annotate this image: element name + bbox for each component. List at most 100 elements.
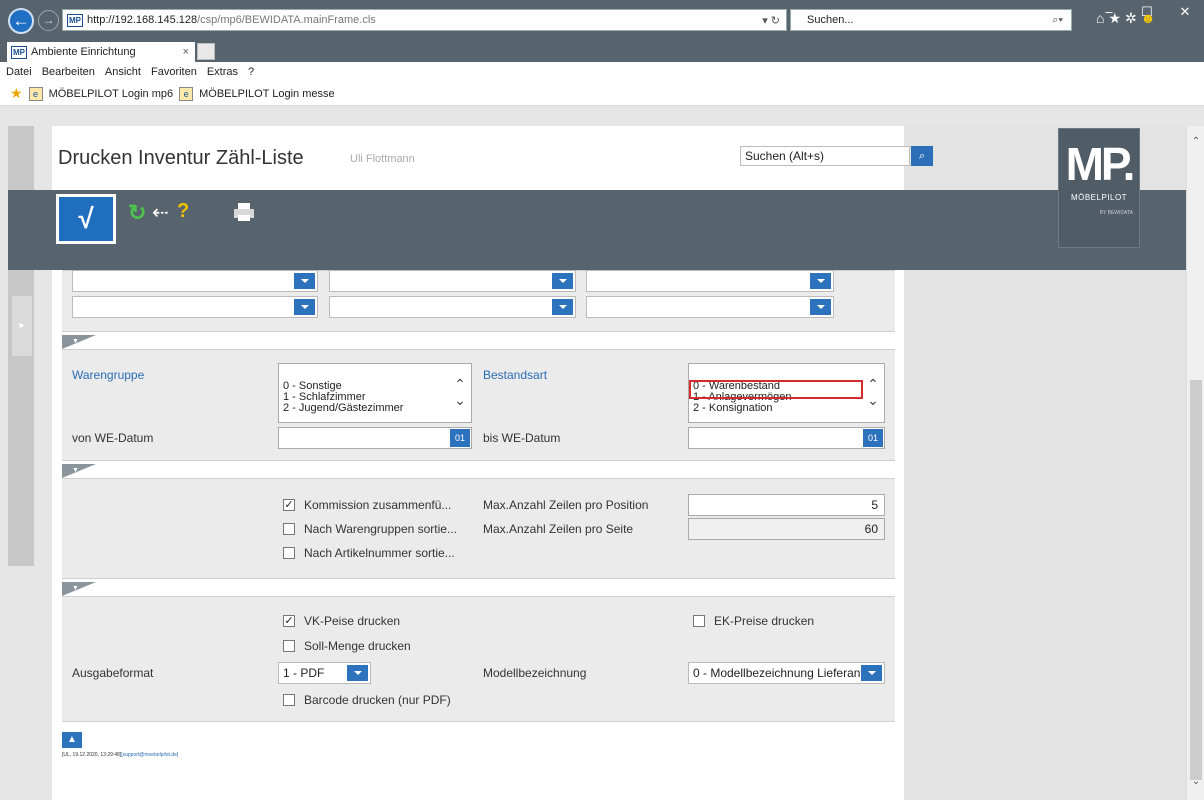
von-we-datum-input[interactable]: 01 xyxy=(278,427,472,449)
von-we-datum-label: von WE-Datum xyxy=(72,431,154,445)
side-panel-toggle[interactable]: ▸ xyxy=(12,296,32,356)
calendar-icon[interactable]: 01 xyxy=(450,429,470,447)
settings-gear-icon[interactable]: ✲ xyxy=(1125,10,1141,26)
refresh-icon[interactable]: ↻ xyxy=(128,200,146,226)
printer-icon[interactable] xyxy=(234,203,254,221)
chevron-down-icon[interactable] xyxy=(552,299,573,315)
filter-dropdown-6[interactable] xyxy=(586,296,834,318)
tab-close-icon[interactable]: × xyxy=(183,43,195,62)
moebelpilot-logo: MP. MÖBELPILOT BY BEWIDATA xyxy=(1058,128,1140,248)
menu-datei[interactable]: Datei xyxy=(6,66,32,78)
chevron-down-icon[interactable] xyxy=(294,273,315,289)
scroll-top-button[interactable]: ▲ xyxy=(62,732,82,748)
search-input[interactable]: Suchen (Alt+s) xyxy=(740,146,910,166)
chevron-down-icon[interactable] xyxy=(294,299,315,315)
search-button[interactable]: ⌕ xyxy=(911,146,933,166)
page-icon: e xyxy=(179,86,194,101)
checkbox-box[interactable] xyxy=(693,615,705,627)
chevron-down-icon[interactable] xyxy=(347,665,368,681)
page-title: Drucken Inventur Zähl-Liste xyxy=(58,147,304,169)
calendar-icon[interactable]: 01 xyxy=(863,429,883,447)
bestandsart-label: Bestandsart xyxy=(483,368,548,382)
browser-search-input[interactable]: Suchen... ⌕▾ xyxy=(790,9,1072,31)
back-arrow-icon[interactable]: ⇠ xyxy=(152,200,169,225)
section-collapse-toggle[interactable]: ▼ xyxy=(62,582,96,596)
search-icon[interactable]: ⌕▾ xyxy=(1052,10,1063,30)
ausgabeformat-select[interactable]: 1 - PDF xyxy=(278,662,371,684)
footer: [UL, 19.12.2020, 13:29:48][support@moebe… xyxy=(62,752,179,758)
menu-bearbeiten[interactable]: Bearbeiten xyxy=(42,66,95,78)
modellbezeichnung-select[interactable]: 0 - Modellbezeichnung Lieferant xyxy=(688,662,885,684)
listbox-scroll-arrows[interactable]: ⌃ ⌄ xyxy=(451,376,469,408)
address-bar[interactable]: MP http://192.168.145.128/csp/mp6/BEWIDA… xyxy=(62,9,787,31)
arrow-up-icon: ▲ xyxy=(67,734,77,745)
filter-dropdown-3[interactable] xyxy=(586,270,834,292)
scroll-up-icon[interactable]: ⌃ xyxy=(1187,136,1204,147)
scroll-thumb[interactable] xyxy=(1190,380,1202,780)
close-window-icon[interactable]: ✕ xyxy=(1166,0,1204,28)
favorite-login-mp6[interactable]: MÖBELPILOT Login mp6 xyxy=(49,88,174,100)
refresh-dropdown-icon[interactable]: ▾ ↻ xyxy=(762,14,786,27)
scroll-down-icon[interactable]: ⌄ xyxy=(1187,776,1204,787)
browser-back-button[interactable]: ← xyxy=(8,8,34,34)
checkbox-box[interactable]: ✓ xyxy=(283,499,295,511)
header-toolbar xyxy=(52,190,1186,270)
list-item[interactable]: 2 - Jugend/Gästezimmer xyxy=(279,403,471,414)
site-favicon: MP xyxy=(67,13,83,27)
user-name: Uli Flottmann xyxy=(350,153,415,165)
max-zeilen-seite-input: 60 xyxy=(688,518,885,540)
chevron-down-icon[interactable] xyxy=(861,665,882,681)
bestandsart-listbox[interactable]: 0 - Warenbestand 1 - Anlagevermögen 2 - … xyxy=(688,363,885,423)
soll-menge-checkbox[interactable]: Soll-Menge drucken xyxy=(283,639,411,653)
add-favorite-icon[interactable]: ★ xyxy=(10,85,23,102)
menu-extras[interactable]: Extras xyxy=(207,66,238,78)
section-collapse-toggle[interactable]: ▼ xyxy=(62,464,96,478)
menu-favoriten[interactable]: Favoriten xyxy=(151,66,197,78)
browser-forward-button[interactable]: → xyxy=(38,10,59,31)
help-icon[interactable]: ? xyxy=(177,200,189,223)
ek-preise-checkbox[interactable]: EK-Preise drucken xyxy=(693,614,814,628)
ausgabeformat-label: Ausgabeformat xyxy=(72,666,154,680)
kommission-checkbox[interactable]: ✓ Kommission zusammenfü... xyxy=(283,498,451,512)
tab-favicon: MP xyxy=(11,45,27,59)
max-zeilen-position-input[interactable]: 5 xyxy=(688,494,885,516)
artikelnummer-sort-checkbox[interactable]: Nach Artikelnummer sortie... xyxy=(283,546,455,560)
feedback-smiley-icon[interactable]: ☻ xyxy=(1141,10,1160,26)
url-path: /csp/mp6/BEWIDATA.mainFrame.cls xyxy=(197,14,376,26)
page-scrollbar[interactable]: ⌃ ⌄ xyxy=(1186,126,1204,800)
chevron-down-icon[interactable] xyxy=(810,299,831,315)
tab-strip: MP Ambiente Einrichtung × xyxy=(0,40,1204,62)
warengruppen-sort-checkbox[interactable]: Nach Warengruppen sortie... xyxy=(283,522,457,536)
warengruppe-listbox[interactable]: 0 - Sonstige 1 - Schlafzimmer 2 - Jugend… xyxy=(278,363,472,423)
filter-dropdown-4[interactable] xyxy=(72,296,318,318)
vk-preise-checkbox[interactable]: ✓ VK-Peise drucken xyxy=(283,614,400,628)
chevron-down-icon[interactable] xyxy=(810,273,831,289)
filter-dropdown-2[interactable] xyxy=(329,270,576,292)
checkbox-box[interactable]: ✓ xyxy=(283,615,295,627)
home-icon[interactable]: ⌂ xyxy=(1096,10,1108,26)
menu-help[interactable]: ? xyxy=(248,66,254,78)
confirm-button[interactable]: √ xyxy=(56,194,116,244)
favorites-star-icon[interactable]: ★ xyxy=(1108,10,1125,26)
page-icon: e xyxy=(28,86,43,101)
checkbox-box[interactable] xyxy=(283,640,295,652)
support-link[interactable]: [support@moebelpilot.de] xyxy=(121,752,178,758)
chevron-down-icon[interactable] xyxy=(552,273,573,289)
tab-ambiente-einrichtung[interactable]: MP Ambiente Einrichtung × xyxy=(7,42,195,62)
listbox-scroll-arrows[interactable]: ⌃ ⌄ xyxy=(864,376,882,408)
favorites-bar: ★ e MÖBELPILOT Login mp6 e MÖBELPILOT Lo… xyxy=(0,82,1204,106)
list-item[interactable]: 2 - Konsignation xyxy=(689,403,884,414)
section-collapse-toggle[interactable]: ▼ xyxy=(62,335,96,349)
bis-we-datum-input[interactable]: 01 xyxy=(688,427,885,449)
url-host: http://192.168.145.128 xyxy=(87,14,198,26)
checkbox-box[interactable] xyxy=(283,523,295,535)
checkbox-box[interactable] xyxy=(283,694,295,706)
search-icon: ⌕ xyxy=(918,150,926,162)
favorite-login-messe[interactable]: MÖBELPILOT Login messe xyxy=(199,88,335,100)
menu-ansicht[interactable]: Ansicht xyxy=(105,66,141,78)
filter-dropdown-1[interactable] xyxy=(72,270,318,292)
barcode-checkbox[interactable]: Barcode drucken (nur PDF) xyxy=(283,693,451,707)
new-tab-button[interactable] xyxy=(197,43,215,60)
filter-dropdown-5[interactable] xyxy=(329,296,576,318)
checkbox-box[interactable] xyxy=(283,547,295,559)
